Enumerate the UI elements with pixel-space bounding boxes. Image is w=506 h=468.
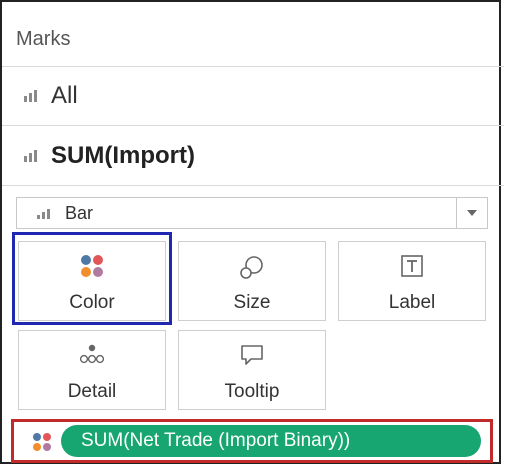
divider [2, 185, 504, 186]
detail-card[interactable]: Detail [18, 330, 166, 410]
marks-row-all[interactable]: All [24, 82, 78, 110]
text-label-icon [401, 255, 423, 277]
divider [2, 125, 504, 126]
detail-card-label: Detail [67, 381, 117, 402]
mark-type-dropdown[interactable]: Bar [16, 197, 488, 229]
chevron-down-icon[interactable] [456, 198, 487, 228]
tooltip-card[interactable]: Tooltip [178, 330, 326, 410]
tooltip-speech-icon [241, 345, 263, 365]
divider [2, 66, 504, 67]
marks-row-sum-import[interactable]: SUM(Import) [24, 142, 195, 170]
size-bubble-icon [240, 256, 263, 279]
marks-row-all-label: All [51, 82, 78, 109]
size-card-label: Size [233, 292, 271, 313]
color-card-highlight [12, 232, 172, 325]
bar-chart-icon [24, 90, 37, 102]
label-card-label: Label [388, 292, 436, 313]
bar-chart-icon [37, 209, 50, 219]
color-field-pill[interactable]: SUM(Net Trade (Import Binary)) [61, 425, 481, 457]
label-card[interactable]: Label [338, 241, 486, 321]
marks-title: Marks [16, 28, 71, 50]
bar-chart-icon [24, 150, 37, 162]
marks-row-sum-import-label: SUM(Import) [51, 142, 195, 169]
color-dots-icon [33, 433, 51, 451]
detail-dots-icon [79, 344, 105, 364]
size-card[interactable]: Size [178, 241, 326, 321]
tooltip-card-label: Tooltip [224, 381, 280, 402]
mark-type-value: Bar [65, 203, 94, 223]
